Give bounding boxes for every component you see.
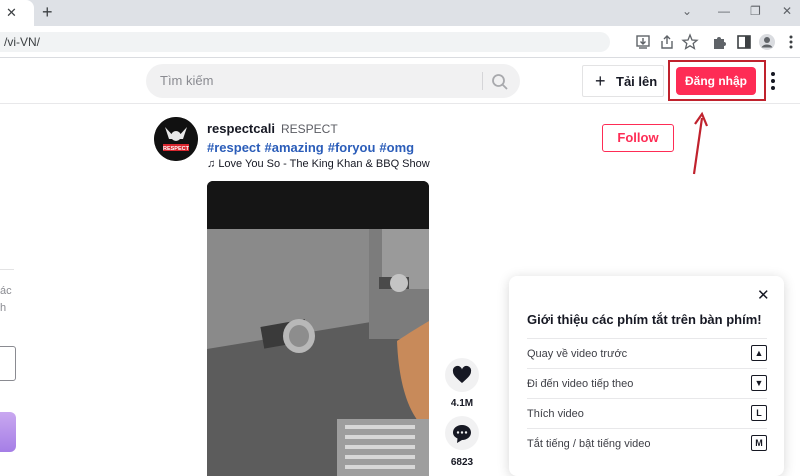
search-input[interactable]: Tìm kiếm (160, 73, 213, 88)
address-bar-row: /vi-VN/ (0, 26, 800, 58)
shortcut-label: Thích video (527, 408, 584, 420)
avatar[interactable]: RESPECT (154, 117, 198, 161)
like-button[interactable] (445, 358, 479, 392)
more-options-icon[interactable] (770, 71, 776, 91)
tab-search-icon[interactable]: ⌄ (682, 4, 692, 18)
shortcut-row: Đi đến video tiếp theo ▼ (527, 368, 767, 398)
comment-icon (453, 425, 471, 443)
sidebar-effect-card[interactable] (0, 412, 16, 452)
browser-tab-strip: ✕ + ⌄ — ❐ ✕ (0, 0, 800, 26)
video-frame (207, 181, 429, 476)
tab-close-icon[interactable]: ✕ (6, 5, 17, 21)
sidebar-login-button[interactable] (0, 346, 16, 381)
heart-icon (452, 365, 472, 383)
site-header: Tìm kiếm + Tải lên Đăng nhập (0, 58, 800, 104)
shortcuts-title: Giới thiệu các phím tắt trên bàn phím! (527, 312, 762, 327)
browser-tab[interactable]: ✕ (0, 0, 34, 26)
post-username[interactable]: respectcali (207, 121, 275, 136)
m-key-icon: M (751, 435, 767, 451)
close-icon[interactable]: ✕ (757, 286, 770, 304)
shortcut-label: Quay về video trước (527, 348, 628, 360)
bookmark-star-icon[interactable] (681, 33, 699, 51)
restore-icon[interactable]: ❐ (750, 4, 761, 18)
comment-count: 6823 (450, 457, 474, 468)
like-count: 4.1M (450, 398, 474, 409)
post-music[interactable]: ♫ Love You So - The King Khan & BBQ Show (207, 158, 430, 170)
install-app-icon[interactable] (634, 33, 652, 51)
shortcut-label: Đi đến video tiếp theo (527, 378, 634, 390)
avatar-logo-icon: RESPECT (154, 117, 198, 161)
search-icon[interactable] (490, 72, 510, 92)
shortcut-label: Tắt tiếng / bật tiếng video (527, 438, 651, 450)
l-key-icon: L (751, 405, 767, 421)
sidebar-text-fragment: h (0, 302, 7, 314)
arrow-down-key-icon: ▼ (751, 375, 767, 391)
upload-button[interactable]: + Tải lên (582, 65, 664, 97)
hashtag-link[interactable]: #foryou (328, 140, 376, 155)
upload-label: Tải lên (616, 74, 658, 89)
new-tab-button[interactable]: + (42, 2, 53, 23)
keyboard-shortcuts-panel: ✕ Giới thiệu các phím tắt trên bàn phím!… (509, 276, 784, 476)
avatar-logo-text: RESPECT (163, 146, 190, 152)
music-title: Love You So - The King Khan & BBQ Show (218, 158, 430, 170)
side-panel-icon[interactable] (735, 33, 753, 51)
profile-icon[interactable] (758, 33, 776, 51)
search-divider (482, 72, 483, 90)
hashtag-link[interactable]: #respect (207, 140, 260, 155)
sidebar-text-fragment: ác (0, 285, 12, 297)
search-box[interactable]: Tìm kiếm (146, 64, 520, 98)
shortcut-row: Tắt tiếng / bật tiếng video M (527, 428, 767, 458)
sidebar-divider (0, 269, 14, 270)
address-bar[interactable]: /vi-VN/ (0, 32, 610, 52)
shortcut-row: Quay về video trước ▲ (527, 338, 767, 368)
follow-button[interactable]: Follow (602, 124, 674, 152)
music-note-icon: ♫ (207, 158, 216, 170)
address-url: /vi-VN/ (4, 35, 40, 49)
hashtag-link[interactable]: #omg (379, 140, 414, 155)
annotation-arrow (692, 111, 709, 175)
arrow-up-key-icon: ▲ (751, 345, 767, 361)
login-button[interactable]: Đăng nhập (676, 67, 756, 95)
comment-button[interactable] (445, 416, 479, 450)
window-close-icon[interactable]: ✕ (782, 4, 792, 18)
minimize-icon[interactable]: — (718, 4, 730, 18)
browser-menu-icon[interactable] (782, 33, 800, 51)
post-hashtags: #respect #amazing #foryou #omg (207, 140, 418, 155)
plus-icon: + (595, 71, 606, 91)
share-icon[interactable] (658, 33, 676, 51)
video-player[interactable] (207, 181, 429, 476)
hashtag-link[interactable]: #amazing (264, 140, 323, 155)
extensions-icon[interactable] (710, 33, 728, 51)
shortcut-row: Thích video L (527, 398, 767, 428)
post-nickname: RESPECT (281, 122, 338, 136)
